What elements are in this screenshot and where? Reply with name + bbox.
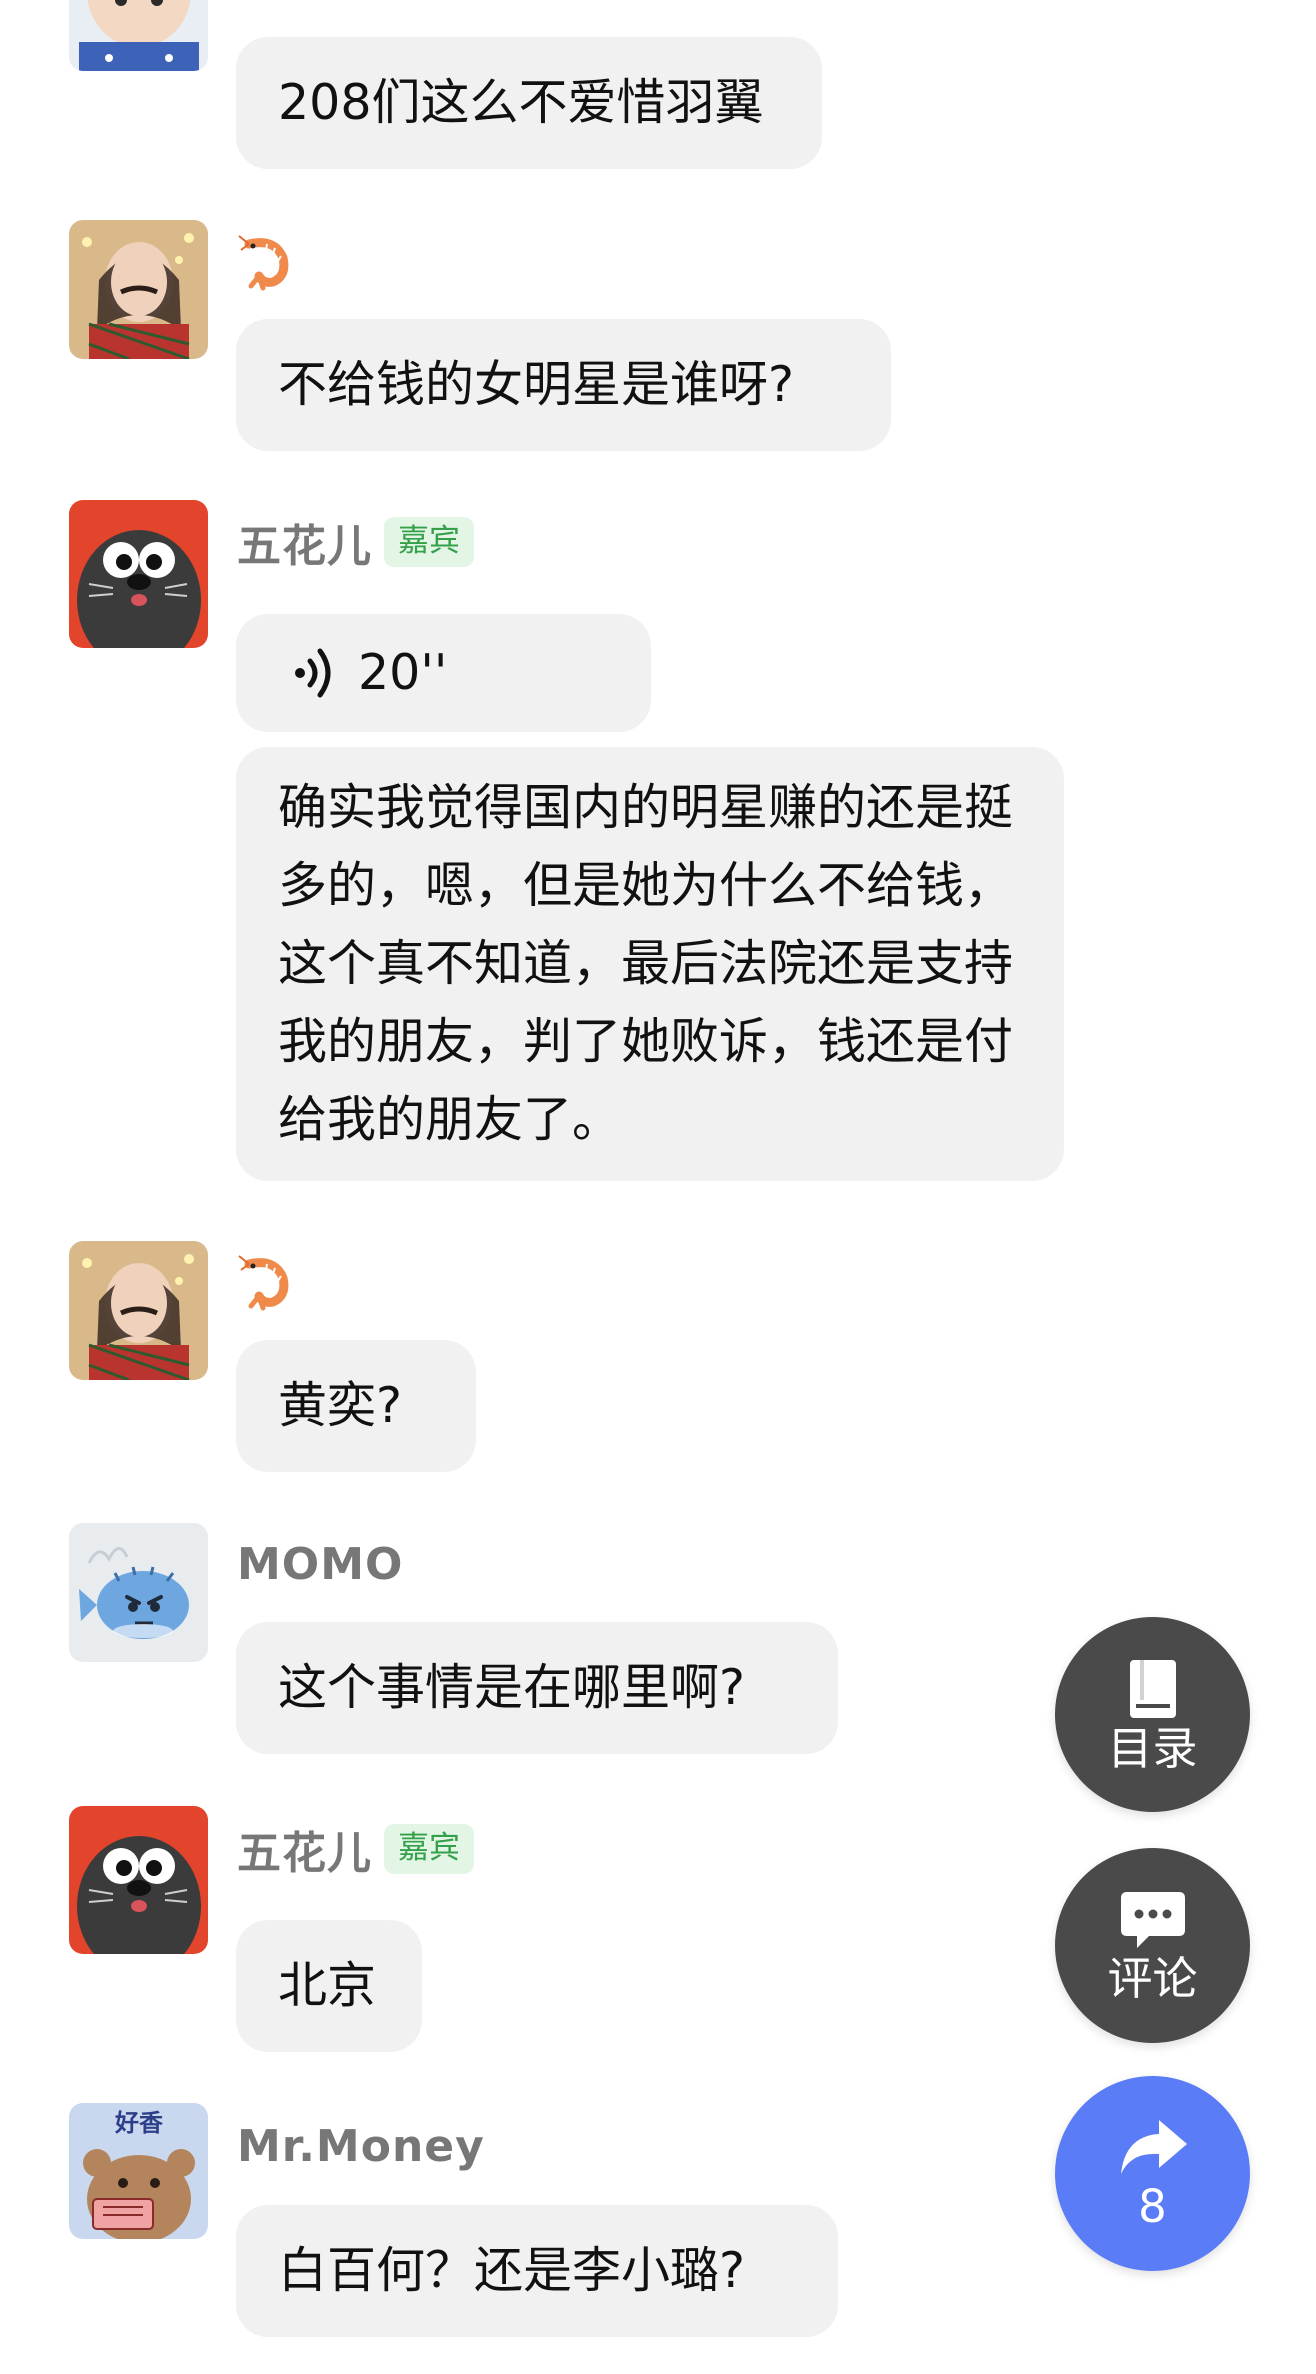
sender-row: 五花儿 嘉宾 bbox=[237, 1817, 474, 1881]
black-seal-avatar[interactable] bbox=[69, 500, 208, 648]
shrimp-icon bbox=[238, 235, 289, 291]
message-bubble[interactable]: 不给钱的女明星是谁呀? bbox=[236, 319, 891, 451]
blue-pufferfish-avatar[interactable] bbox=[69, 1523, 208, 1662]
catalog-label: 目录 bbox=[1107, 1722, 1198, 1775]
guest-badge: 嘉宾 bbox=[384, 1824, 474, 1874]
bear-with-sign-avatar[interactable]: 好香 bbox=[69, 2103, 208, 2239]
guest-badge: 嘉宾 bbox=[384, 517, 474, 567]
sender-row: 五花儿 嘉宾 bbox=[237, 510, 474, 574]
message-bubble[interactable]: 黄奕? bbox=[236, 1340, 476, 1472]
share-arrow-icon bbox=[1120, 2120, 1187, 2174]
message-bubble[interactable]: 这个事情是在哪里啊? bbox=[236, 1622, 838, 1754]
message-bubble[interactable]: 确实我觉得国内的明星赚的还是挺多的，嗯，但是她为什么不给钱，这个真不知道，最后法… bbox=[236, 747, 1064, 1181]
black-seal-avatar[interactable] bbox=[69, 1806, 208, 1954]
comment-button[interactable]: 评论 bbox=[1055, 1848, 1250, 2043]
girl-with-mustache-avatar[interactable] bbox=[69, 220, 208, 359]
girl-with-hat-avatar[interactable] bbox=[69, 0, 208, 71]
avatar-text: 好香 bbox=[114, 2109, 164, 2137]
chat-bubble-icon bbox=[1120, 1892, 1185, 1948]
share-count: 8 bbox=[1138, 2180, 1167, 2233]
sender-name[interactable]: 五花儿 bbox=[237, 1817, 372, 1881]
share-button[interactable]: 8 bbox=[1055, 2076, 1250, 2271]
message-bubble[interactable]: 北京 bbox=[236, 1920, 422, 2052]
book-icon bbox=[1129, 1660, 1176, 1718]
sender-row: MOMO bbox=[237, 1532, 403, 1596]
girl-with-mustache-avatar[interactable] bbox=[69, 1241, 208, 1380]
voice-duration: 20'' bbox=[358, 644, 448, 701]
sender-name[interactable]: Mr.Money bbox=[237, 2121, 485, 2172]
sender-row: Mr.Money bbox=[237, 2114, 485, 2178]
message-bubble[interactable]: 208们这么不爱惜羽翼 bbox=[236, 37, 822, 169]
comment-label: 评论 bbox=[1107, 1952, 1198, 2005]
shrimp-icon bbox=[238, 1255, 289, 1311]
sender-name[interactable]: 五花儿 bbox=[237, 510, 372, 574]
voice-message[interactable]: 20'' bbox=[236, 614, 651, 732]
message-bubble[interactable]: 白百何？还是李小璐? bbox=[236, 2205, 838, 2337]
catalog-button[interactable]: 目录 bbox=[1055, 1617, 1250, 1812]
sender-name[interactable]: MOMO bbox=[237, 1539, 403, 1590]
voice-wave-icon bbox=[295, 648, 331, 698]
